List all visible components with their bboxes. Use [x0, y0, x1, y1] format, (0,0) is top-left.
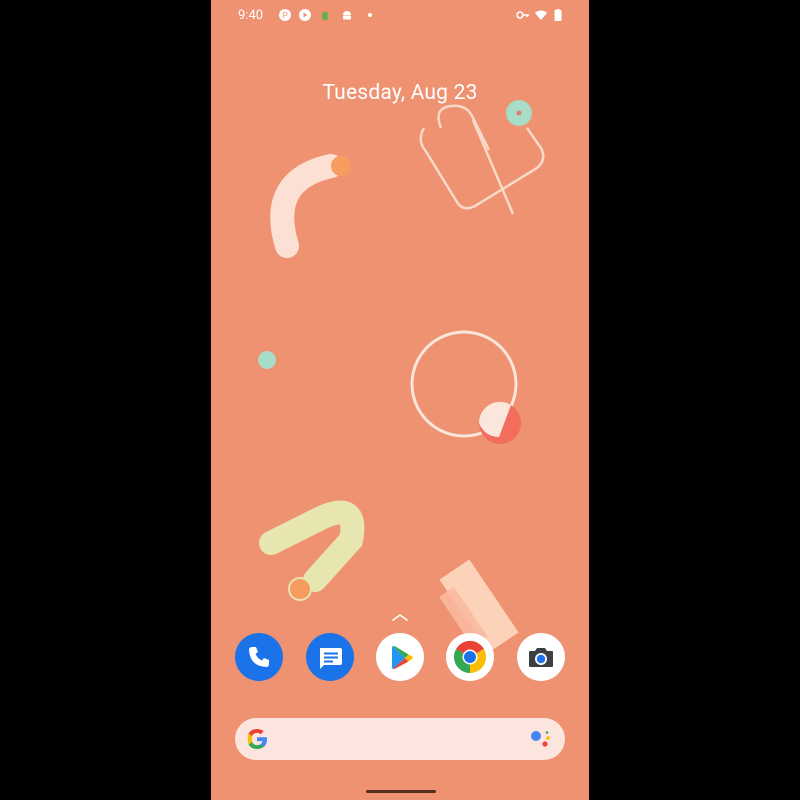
notification-icon-p-play — [299, 9, 311, 21]
notification-icon-android-green — [322, 12, 328, 20]
date-widget[interactable]: Tuesday, Aug 23 — [211, 81, 589, 105]
phone-screen: 9:40 P Tuesday, Aug 23 — [211, 0, 589, 800]
google-search-bar[interactable] — [235, 718, 565, 760]
play-store-icon — [376, 633, 424, 681]
notification-icon-android — [343, 11, 351, 20]
status-time: 9:40 — [238, 8, 264, 23]
play-store-app[interactable] — [376, 633, 424, 681]
google-g-icon — [247, 729, 267, 749]
camera-app[interactable] — [517, 633, 565, 681]
phone-app[interactable] — [235, 633, 283, 681]
status-bar: 9:40 P — [211, 0, 589, 32]
notification-icon-p: P — [279, 9, 291, 21]
wifi-icon — [535, 10, 547, 20]
chrome-app[interactable] — [446, 633, 494, 681]
phone-icon — [235, 633, 283, 681]
more-notifications-dot — [368, 13, 372, 17]
google-assistant-icon[interactable] — [529, 728, 553, 750]
vpn-key-icon — [516, 11, 529, 19]
svg-text:P: P — [283, 11, 288, 20]
chrome-icon — [446, 633, 494, 681]
gesture-nav-bar[interactable] — [366, 790, 436, 793]
messages-app[interactable] — [306, 633, 354, 681]
dock — [211, 633, 589, 683]
app-drawer-chevron-icon[interactable] — [391, 612, 409, 622]
camera-icon — [517, 633, 565, 681]
messages-icon — [306, 633, 354, 681]
battery-icon — [554, 9, 562, 21]
